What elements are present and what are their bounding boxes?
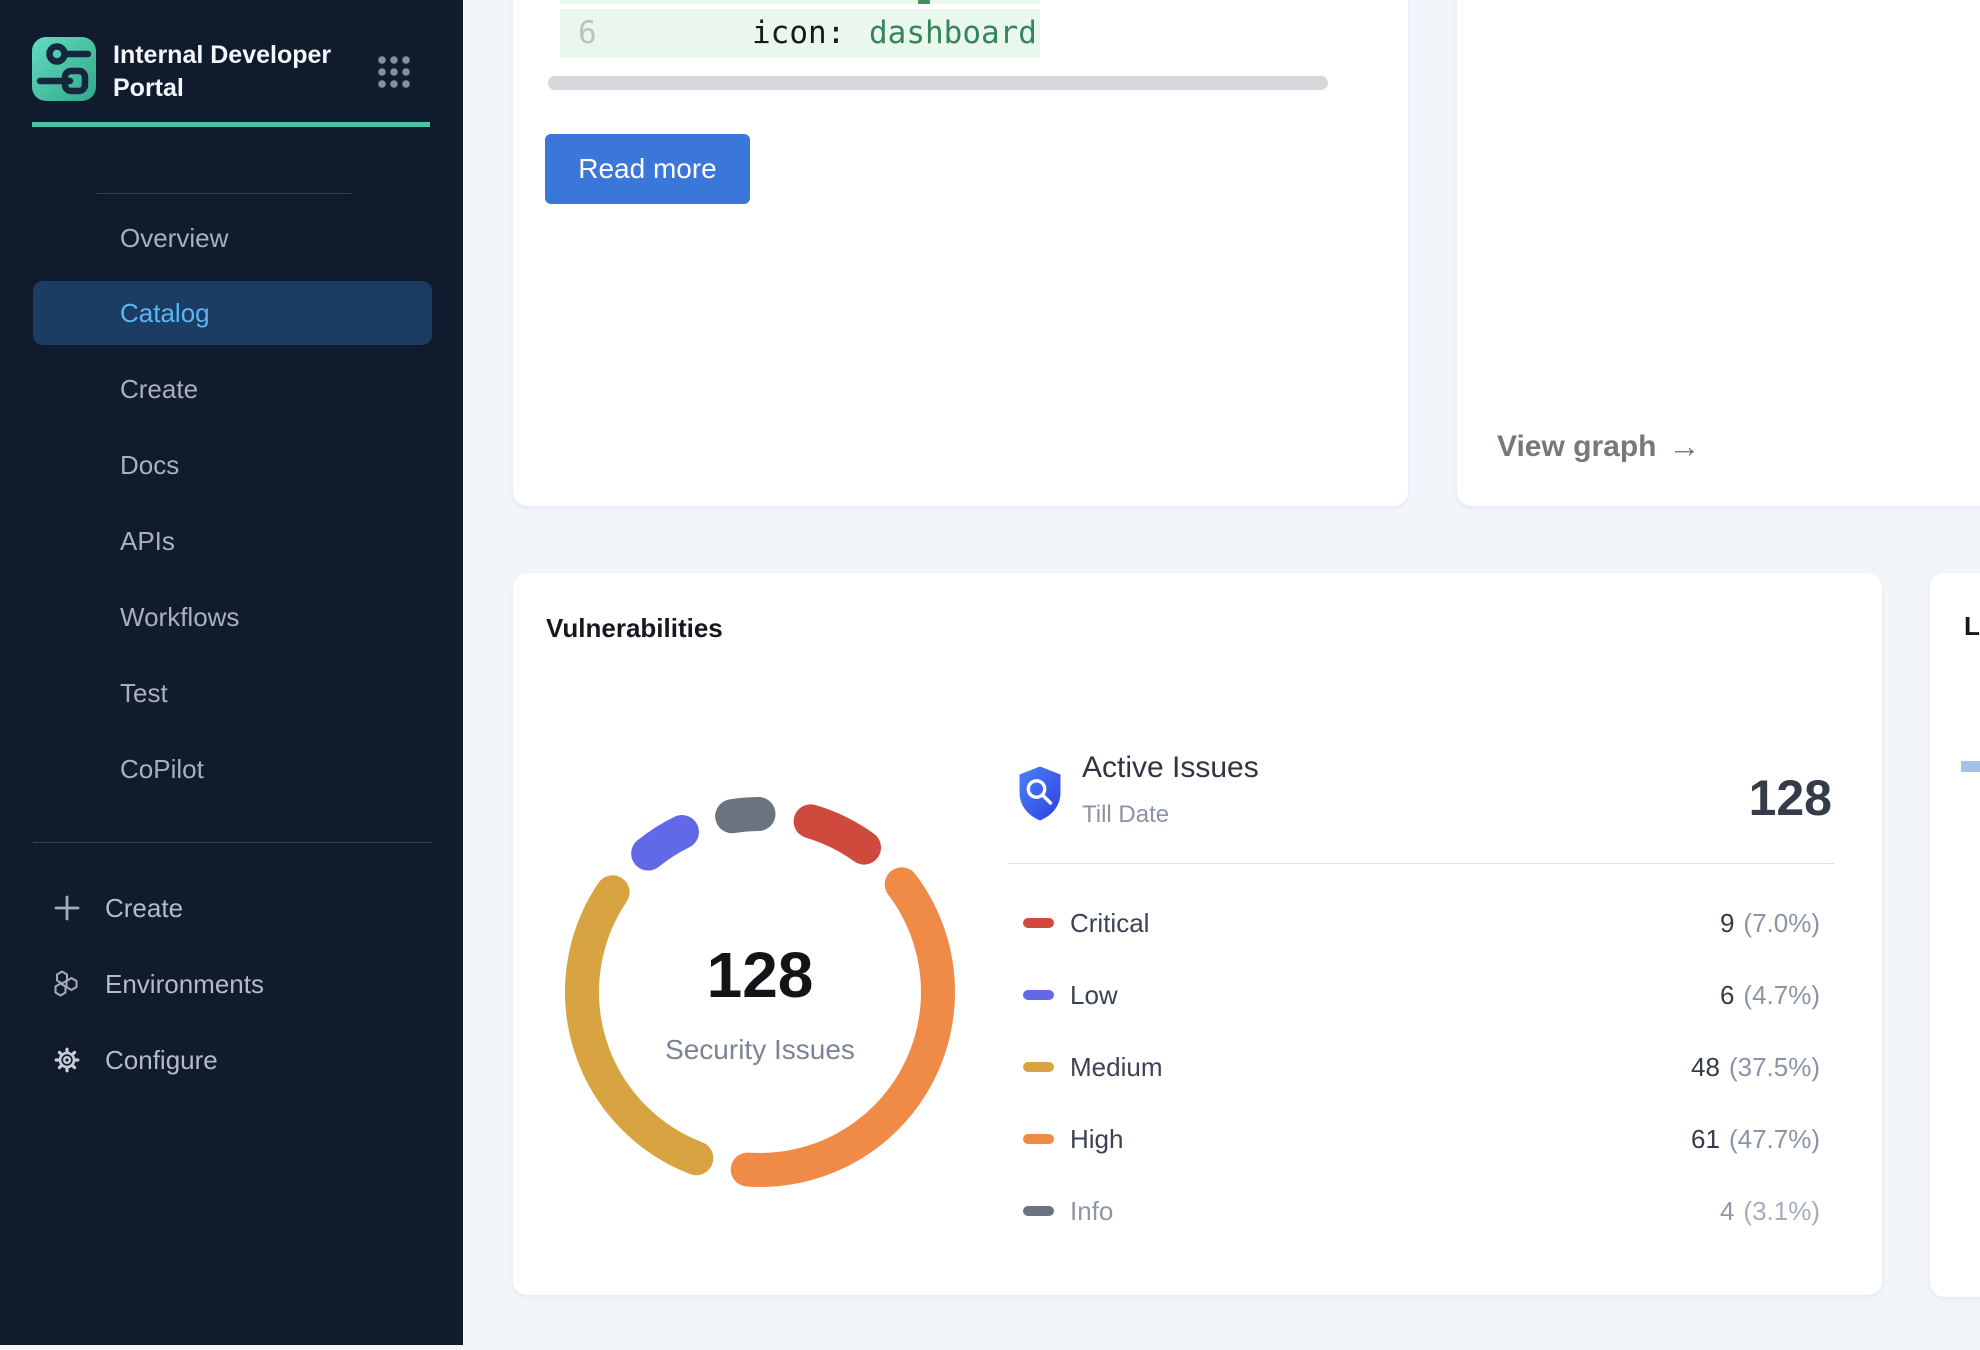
donut-total-value: 128 bbox=[560, 938, 960, 1012]
card-title: Vulnerabilities bbox=[546, 613, 723, 644]
low-swatch bbox=[1023, 990, 1054, 1000]
sidebar-footer-label: Create bbox=[105, 876, 183, 940]
critical-swatch bbox=[1023, 918, 1054, 928]
legend-percent: (37.5%) bbox=[1729, 1052, 1820, 1083]
horizontal-scrollbar[interactable] bbox=[548, 76, 1328, 90]
code-highlighted-line: 6 icon: dashboard bbox=[560, 9, 1040, 58]
sidebar-footer-label: Configure bbox=[105, 1028, 218, 1092]
sidebar-item-create-footer[interactable]: Create bbox=[33, 876, 432, 940]
code-line-partial bbox=[560, 0, 1040, 4]
gear-icon bbox=[52, 1045, 82, 1075]
donut-center-label: Security Issues bbox=[560, 1034, 960, 1066]
sidebar-item-docs[interactable]: Docs bbox=[33, 433, 432, 497]
legend-label: Info bbox=[1070, 1196, 1113, 1227]
info-swatch bbox=[1023, 1206, 1054, 1216]
apps-grid-icon[interactable] bbox=[376, 54, 412, 90]
legend-value: 6 bbox=[1720, 980, 1734, 1011]
legend-row-critical: Critical 9 (7.0%) bbox=[1008, 903, 1820, 943]
legend-percent: (47.7%) bbox=[1729, 1124, 1820, 1155]
legend-percent: (4.7%) bbox=[1743, 980, 1820, 1011]
view-graph-link[interactable]: View graph → bbox=[1497, 428, 1701, 465]
sidebar-item-copilot[interactable]: CoPilot bbox=[33, 737, 432, 801]
plus-icon bbox=[52, 893, 82, 923]
code-key: icon: bbox=[752, 9, 845, 58]
medium-swatch bbox=[1023, 1062, 1054, 1072]
sidebar-divider-bottom bbox=[33, 842, 432, 843]
legend-label: Critical bbox=[1070, 908, 1149, 939]
sidebar-item-configure[interactable]: Configure bbox=[33, 1028, 432, 1092]
sidebar-item-workflows[interactable]: Workflows bbox=[33, 585, 432, 649]
sliders-logo-icon bbox=[32, 37, 96, 101]
sidebar-item-apis[interactable]: APIs bbox=[33, 509, 432, 573]
legend-label: Low bbox=[1070, 980, 1118, 1011]
high-swatch bbox=[1023, 1134, 1054, 1144]
sidebar-item-catalog[interactable]: Catalog bbox=[33, 281, 432, 345]
arrow-right-icon: → bbox=[1669, 428, 1701, 465]
sidebar-footer-label: Environments bbox=[105, 952, 264, 1016]
code-value: dashboard bbox=[869, 9, 1037, 58]
legend-value: 9 bbox=[1720, 908, 1734, 939]
legend-value: 4 bbox=[1720, 1196, 1734, 1227]
sidebar-item-create[interactable]: Create bbox=[33, 357, 432, 421]
sidebar-item-overview[interactable]: Overview bbox=[33, 206, 432, 270]
app-logo bbox=[32, 37, 96, 101]
legend-row-low: Low 6 (4.7%) bbox=[1008, 975, 1820, 1015]
partial-bar-chart-fragment bbox=[1961, 761, 1980, 772]
legend-row-high: High 61 (47.7%) bbox=[1008, 1119, 1820, 1159]
donut-center: 128 Security Issues bbox=[560, 792, 960, 1192]
active-issues-subtitle: Till Date bbox=[1082, 801, 1169, 829]
legend-label: Medium bbox=[1070, 1052, 1162, 1083]
active-issues-title: Active Issues bbox=[1082, 751, 1259, 785]
sidebar-accent-rule bbox=[32, 122, 430, 127]
legend-label: High bbox=[1070, 1124, 1123, 1155]
line-number: 6 bbox=[578, 9, 597, 58]
legend-row-info: Info 4 (3.1%) bbox=[1008, 1191, 1820, 1231]
app-title: Internal Developer Portal bbox=[113, 39, 363, 105]
legend-value: 61 bbox=[1691, 1124, 1720, 1155]
vulnerabilities-card: Vulnerabilities 128 Security Issues Acti… bbox=[513, 573, 1882, 1295]
sidebar-divider-top bbox=[97, 193, 351, 194]
legend-percent: (3.1%) bbox=[1743, 1196, 1820, 1227]
legend-divider bbox=[1008, 863, 1834, 864]
legend-value: 48 bbox=[1691, 1052, 1720, 1083]
code-line-fragment bbox=[918, 0, 930, 4]
sidebar-item-test[interactable]: Test bbox=[33, 661, 432, 725]
partial-right-card: L bbox=[1930, 573, 1980, 1297]
legend-row-medium: Medium 48 (37.5%) bbox=[1008, 1047, 1820, 1087]
view-graph-label: View graph bbox=[1497, 430, 1657, 464]
security-issues-donut-chart: 128 Security Issues bbox=[560, 792, 960, 1192]
sidebar: Internal Developer Portal Overview Catal… bbox=[0, 0, 463, 1345]
hexagons-icon bbox=[52, 969, 82, 999]
shield-search-icon bbox=[1017, 765, 1063, 822]
partial-card-title: L bbox=[1964, 611, 1980, 642]
graph-card: View graph → bbox=[1457, 0, 1980, 506]
sidebar-item-environments[interactable]: Environments bbox=[33, 952, 432, 1016]
read-more-button[interactable]: Read more bbox=[545, 134, 750, 204]
code-snippet-card: 6 icon: dashboard Read more bbox=[513, 0, 1408, 506]
legend-percent: (7.0%) bbox=[1743, 908, 1820, 939]
active-issues-total: 128 bbox=[1749, 769, 1832, 827]
page: Internal Developer Portal Overview Catal… bbox=[0, 0, 1980, 1350]
